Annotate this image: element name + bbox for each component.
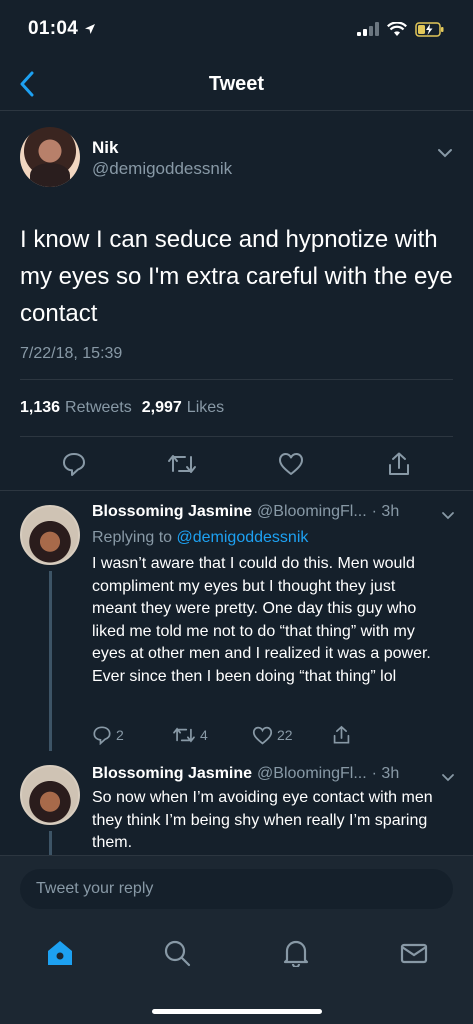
author-name[interactable]: Nik	[92, 138, 118, 158]
reply-time: · 3h	[371, 503, 400, 520]
home-indicator	[152, 1009, 322, 1014]
reply-actions: 2 4 22	[92, 725, 412, 745]
share-button[interactable]	[369, 444, 429, 484]
tab-bar	[0, 923, 473, 1024]
share-icon	[333, 725, 350, 744]
like-button[interactable]	[261, 444, 321, 484]
status-icons	[357, 21, 445, 37]
reply-count: 2	[116, 727, 124, 743]
author-handle[interactable]: @BloomingFl...	[257, 503, 367, 521]
reply-button[interactable]: 2	[92, 725, 172, 745]
chevron-down-icon	[442, 774, 454, 782]
likes-label[interactable]: Likes	[187, 399, 224, 417]
reply-button[interactable]	[44, 444, 104, 484]
status-time: 01:04	[28, 18, 96, 40]
tab-home[interactable]	[40, 933, 80, 973]
replies-list: Blossoming Jasmine @BloomingFl... · 3h R…	[0, 490, 473, 856]
chevron-down-icon	[438, 149, 452, 158]
page-title: Tweet	[208, 72, 265, 95]
thread-line	[49, 571, 52, 751]
mention-link[interactable]: @demigoddessnik	[177, 529, 309, 546]
heart-icon	[278, 453, 303, 475]
replying-to: Replying to @demigoddessnik	[92, 529, 308, 547]
retweets-label[interactable]: Retweets	[65, 399, 132, 417]
thread-line	[49, 831, 52, 856]
reply-menu-button[interactable]	[441, 507, 455, 525]
like-count: 22	[277, 727, 293, 743]
share-button[interactable]	[332, 725, 412, 745]
reply-text: So now when I’m avoiding eye contact wit…	[92, 789, 433, 851]
replying-prefix: Replying to	[92, 529, 173, 546]
wifi-icon	[387, 21, 407, 36]
main-tweet: Nik @demigoddessnik I know I can seduce …	[0, 110, 473, 490]
reply-time: · 3h	[371, 765, 400, 782]
retweet-button[interactable]	[152, 444, 212, 484]
reply-header: Blossoming Jasmine @BloomingFl... · 3h	[92, 503, 399, 521]
cellular-signal-icon	[357, 22, 379, 36]
like-button[interactable]: 22	[252, 726, 332, 745]
tweet-text: I know I can seduce and hypnotize with m…	[20, 226, 453, 327]
avatar[interactable]	[20, 765, 80, 825]
bell-icon	[283, 940, 309, 967]
reply-icon	[93, 726, 111, 745]
battery-charging-icon	[415, 21, 444, 37]
reply-tweet[interactable]: Blossoming Jasmine @BloomingFl... · 3h S…	[0, 753, 473, 856]
avatar[interactable]	[20, 127, 80, 187]
author-name[interactable]: Blossoming Jasmine	[92, 765, 252, 783]
location-arrow-icon	[85, 24, 96, 34]
author-handle[interactable]: @demigoddessnik	[92, 159, 232, 179]
author-handle[interactable]: @BloomingFl...	[257, 765, 367, 783]
tab-search[interactable]	[157, 933, 197, 973]
status-bar: 01:04	[0, 0, 473, 58]
heart-icon	[252, 726, 273, 745]
clock-label: 01:04	[28, 18, 79, 39]
avatar[interactable]	[20, 505, 80, 565]
tweet-menu-button[interactable]	[437, 145, 453, 163]
home-icon	[48, 941, 72, 965]
nav-header: Tweet	[0, 58, 473, 110]
likes-count[interactable]: 2,997	[142, 399, 182, 417]
reply-input[interactable]: Tweet your reply	[20, 869, 453, 909]
chevron-down-icon	[442, 512, 454, 520]
envelope-icon	[400, 943, 428, 964]
retweets-count[interactable]: 1,136	[20, 399, 60, 417]
reply-menu-button[interactable]	[441, 769, 455, 787]
reply-header: Blossoming Jasmine @BloomingFl... · 3h	[92, 765, 399, 783]
retweet-icon	[168, 455, 197, 473]
tweet-actions	[0, 437, 473, 491]
reply-input-placeholder: Tweet your reply	[36, 880, 154, 897]
reply-text: I wasn’t aware that I could do this. Men…	[92, 555, 431, 685]
retweet-count: 4	[200, 727, 208, 743]
retweet-button[interactable]: 4	[172, 725, 252, 745]
tweet-timestamp: 7/22/18, 15:39	[20, 345, 123, 362]
tab-notifications[interactable]	[276, 933, 316, 973]
author-name[interactable]: Blossoming Jasmine	[92, 503, 252, 521]
chevron-left-icon	[20, 71, 34, 97]
retweet-icon	[173, 727, 195, 743]
search-icon	[164, 940, 191, 967]
back-button[interactable]	[14, 70, 40, 98]
share-icon	[388, 452, 409, 475]
reply-tweet[interactable]: Blossoming Jasmine @BloomingFl... · 3h R…	[0, 491, 473, 751]
compose-bar: Tweet your reply	[0, 855, 473, 923]
tweet-stats: 1,136 Retweets 2,997 Likes	[20, 379, 453, 437]
tab-messages[interactable]	[394, 933, 434, 973]
reply-icon	[63, 453, 86, 476]
